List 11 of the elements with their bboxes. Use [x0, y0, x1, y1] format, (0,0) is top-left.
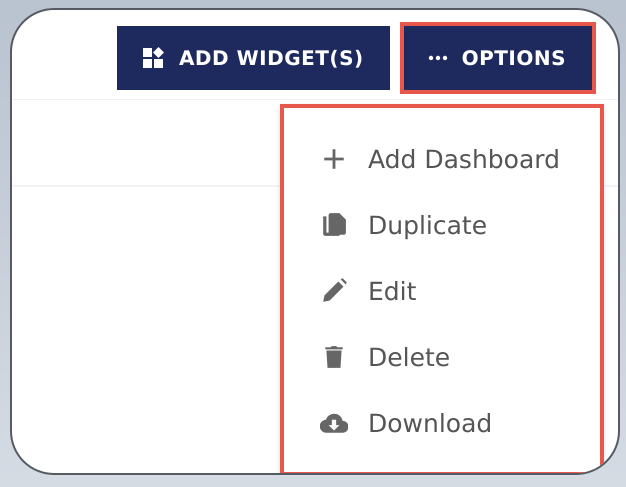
menu-item[interactable]: Download: [284, 390, 600, 456]
menu-item[interactable]: Duplicate: [284, 192, 600, 258]
options-button[interactable]: OPTIONS: [404, 26, 592, 90]
widgets-icon: [140, 46, 165, 70]
pencil-icon: [320, 278, 348, 304]
copy-icon: [320, 212, 348, 238]
menu-item[interactable]: Add Dashboard: [284, 126, 600, 192]
menu-item[interactable]: Edit: [284, 258, 600, 324]
more-icon: [428, 55, 448, 61]
widgets-button[interactable]: ADD WIDGET(S): [116, 26, 390, 90]
menu-item[interactable]: Delete: [284, 324, 600, 390]
